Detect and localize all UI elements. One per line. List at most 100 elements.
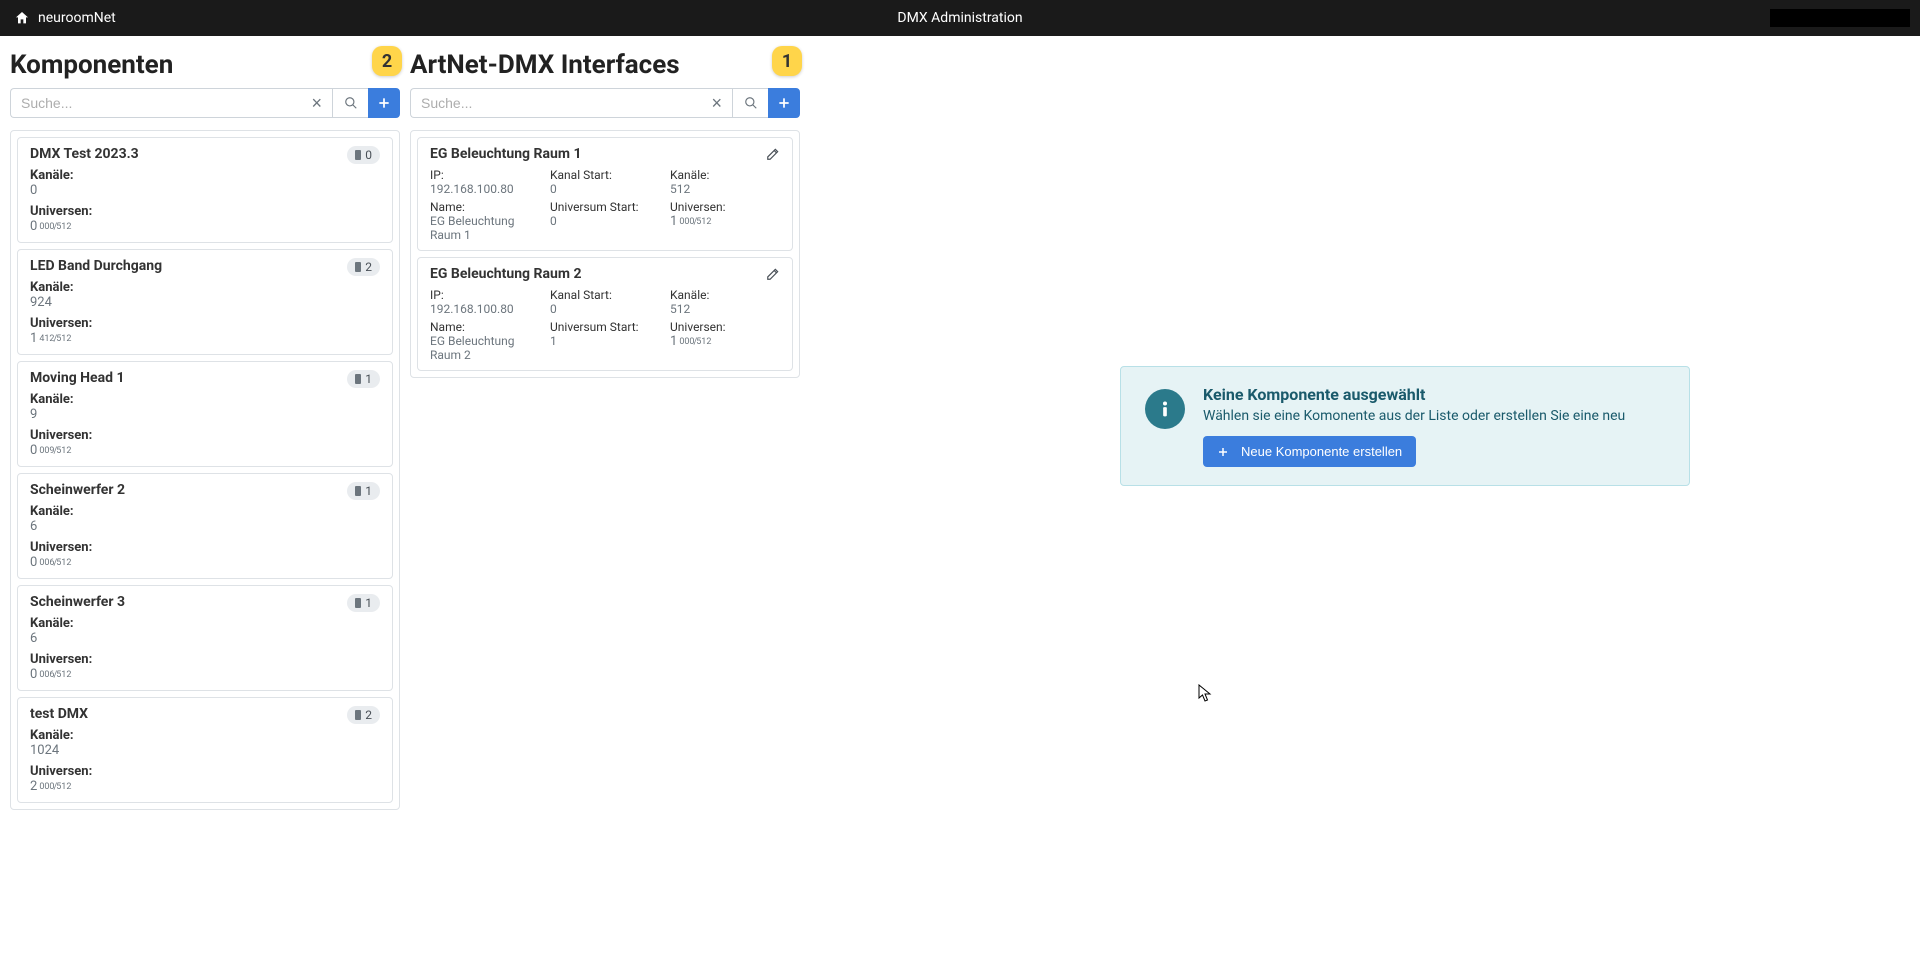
interface-card[interactable]: EG Beleuchtung Raum 1 IP:192.168.100.80 Ka… [417,137,793,251]
kanal-start-label: Kanal Start: [550,168,660,182]
universen-label: Universen: [670,200,780,214]
component-badge: 0 [347,146,380,164]
search-icon [344,96,358,110]
ip-value: 192.168.100.80 [430,182,540,196]
kanaele-label: Kanäle: [670,168,780,182]
channels-label: Kanäle: [30,392,380,407]
channels-value: 924 [30,295,380,310]
badge-count: 1 [365,372,372,386]
annotation-marker-1: 1 [772,46,802,76]
interfaces-search-button[interactable] [732,88,768,118]
chip-icon [355,150,361,160]
component-card[interactable]: 1Scheinwerfer 2Kanäle:6Universen:0 006/5… [17,473,393,579]
interface-card[interactable]: EG Beleuchtung Raum 2 IP:192.168.100.80 Ka… [417,257,793,371]
plus-icon [777,96,791,110]
uni-start-value: 0 [550,214,660,228]
channels-label: Kanäle: [30,728,380,743]
component-badge: 1 [347,594,380,612]
badge-count: 1 [365,596,372,610]
kanal-start-value: 0 [550,182,660,196]
component-badge: 1 [347,482,380,500]
component-badge: 2 [347,258,380,276]
channels-value: 9 [30,407,380,422]
component-badge: 2 [347,706,380,724]
name-label: Name: [430,200,540,214]
interfaces-clear-button[interactable]: × [701,94,732,112]
universes-label: Universen: [30,316,380,331]
name-value: EG Beleuchtung Raum 1 [430,214,540,242]
chip-icon [355,374,361,384]
universes-label: Universen: [30,652,380,667]
interface-title: EG Beleuchtung Raum 2 [430,266,780,282]
interfaces-search-input[interactable] [411,89,701,117]
badge-count: 2 [365,708,372,722]
channels-label: Kanäle: [30,616,380,631]
topbar: neuroomNet DMX Administration [0,0,1920,36]
interfaces-search-row: × [410,88,800,118]
component-card[interactable]: 2test DMX Kanäle:1024 Universen:2 000/512 [17,697,393,803]
name-value: EG Beleuchtung Raum 2 [430,334,540,362]
universen-value: 1 000/512 [670,214,780,229]
components-heading: Komponenten [10,50,400,80]
components-search-row: × [10,88,400,118]
components-search-input[interactable] [11,89,301,117]
interfaces-column: 1 ArtNet-DMX Interfaces × EG Beleuchtung… [410,46,800,378]
universen-label: Universen: [670,320,780,334]
channels-label: Kanäle: [30,168,380,183]
universes-value: 2 000/512 [30,779,380,794]
component-title: test DMX [30,706,380,722]
components-add-button[interactable] [368,88,400,118]
ip-value: 192.168.100.80 [430,302,540,316]
component-title: Scheinwerfer 3 [30,594,380,610]
component-badge: 1 [347,370,380,388]
home-icon [14,10,30,26]
components-column: 2 Komponenten × 0DMX Test 2023.3Kanäle:0… [10,46,400,810]
interfaces-panel: EG Beleuchtung Raum 1IP:192.168.100.80Ka… [410,130,800,378]
brand-text: neuroomNet [38,10,116,26]
component-title: LED Band Durchgang [30,258,380,274]
channels-value: 1024 [30,743,380,758]
component-card[interactable]: 1Moving Head 1 Kanäle:9 Universen:0 009/51… [17,361,393,467]
component-title: Scheinwerfer 2 [30,482,380,498]
brand[interactable]: neuroomNet [14,10,116,26]
universes-label: Universen: [30,764,380,779]
ip-label: IP: [430,288,540,302]
info-icon [1145,389,1185,429]
components-search-button[interactable] [332,88,368,118]
name-label: Name: [430,320,540,334]
universes-label: Universen: [30,428,380,443]
uni-start-value: 1 [550,334,660,348]
kanaele-label: Kanäle: [670,288,780,302]
component-title: Moving Head 1 [30,370,380,386]
universes-label: Universen: [30,540,380,555]
interfaces-add-button[interactable] [768,88,800,118]
chip-icon [355,598,361,608]
component-title: DMX Test 2023.3 [30,146,380,162]
badge-count: 1 [365,484,372,498]
component-card[interactable]: 2LED Band DurchgangKanäle:924Universen:1… [17,249,393,355]
edit-icon[interactable] [766,266,780,285]
universen-value: 1 000/512 [670,334,780,349]
new-component-button[interactable]: Neue Komponente erstellen [1203,436,1416,467]
info-text: Wählen sie eine Komonente aus der Liste … [1203,408,1625,424]
chip-icon [355,710,361,720]
interfaces-heading: ArtNet-DMX Interfaces [410,50,800,80]
universes-value: 0 006/512 [30,667,380,682]
kanaele-value: 512 [670,182,780,196]
ip-label: IP: [430,168,540,182]
kanal-start-label: Kanal Start: [550,288,660,302]
channels-label: Kanäle: [30,504,380,519]
component-card[interactable]: 1Scheinwerfer 3 Kanäle:6 Universen:0 006/5… [17,585,393,691]
kanal-start-value: 0 [550,302,660,316]
uni-start-label: Universum Start: [550,200,660,214]
channels-value: 6 [30,631,380,646]
universes-value: 0 009/512 [30,443,380,458]
edit-icon[interactable] [766,146,780,165]
plus-icon [1217,446,1229,458]
annotation-marker-2: 2 [372,46,402,76]
components-clear-button[interactable]: × [301,94,332,112]
page-title: DMX Administration [897,10,1022,26]
channels-label: Kanäle: [30,280,380,295]
component-card[interactable]: 0DMX Test 2023.3Kanäle:0Universen:0 000/… [17,137,393,243]
channels-value: 0 [30,183,380,198]
